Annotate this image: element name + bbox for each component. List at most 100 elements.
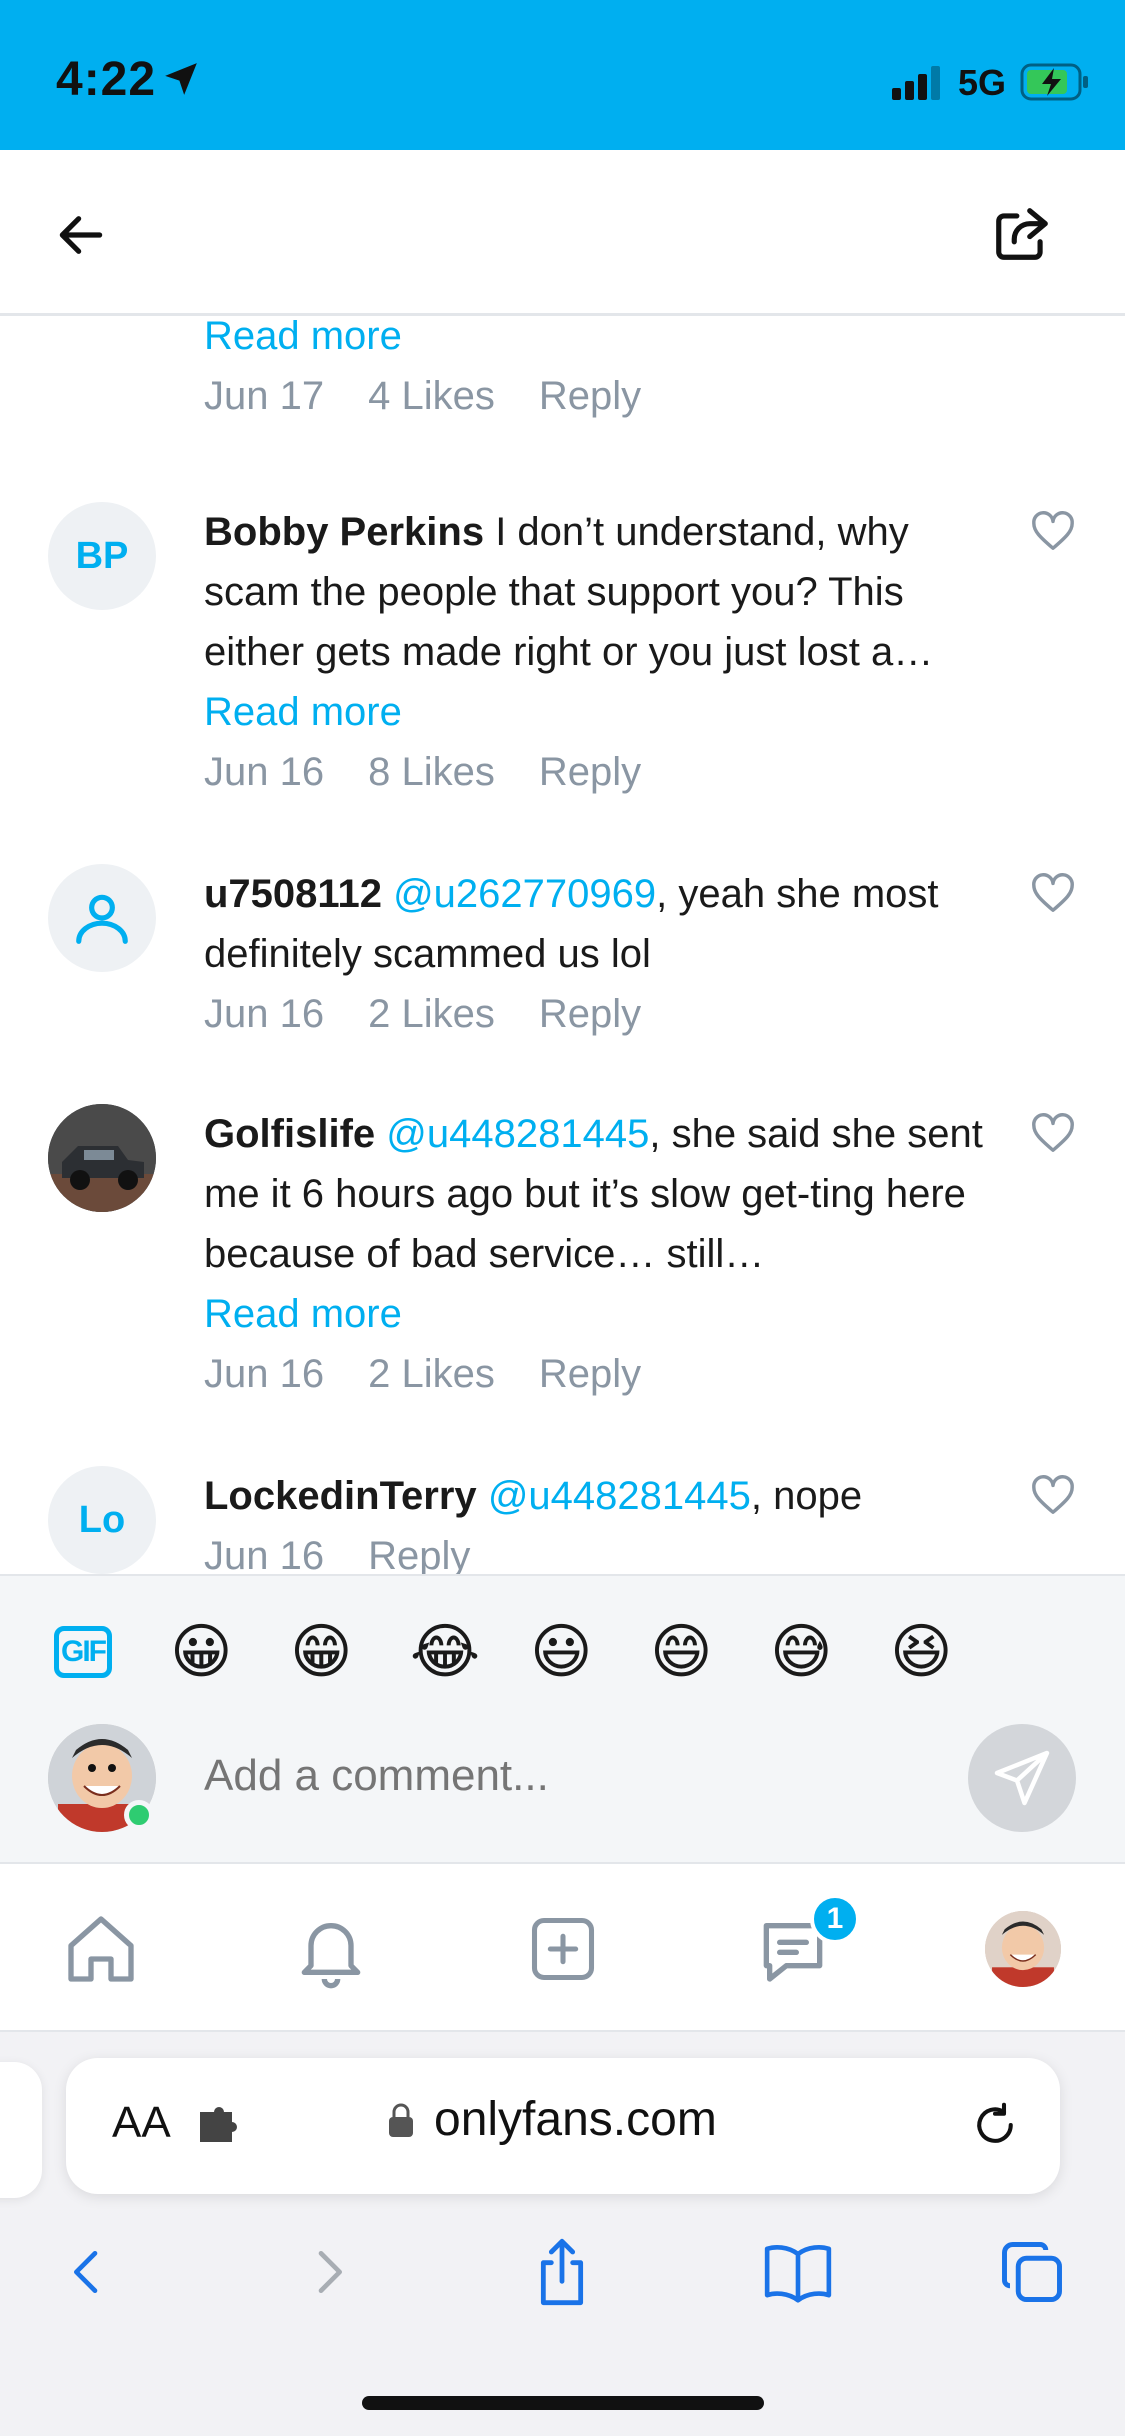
comment-text: , nope xyxy=(750,1474,863,1518)
arrow-left-icon xyxy=(59,216,103,254)
comment-input[interactable] xyxy=(204,1736,924,1816)
emoji-grinning-smiling-eyes[interactable]: 😄 xyxy=(650,1614,713,1690)
heart-icon[interactable] xyxy=(1030,508,1076,554)
url-text: onlyfans.com xyxy=(434,2093,717,2146)
emoji-squinting[interactable]: 😆 xyxy=(890,1614,953,1690)
avatar[interactable]: Lo xyxy=(48,1466,156,1574)
browser-back-button[interactable] xyxy=(48,2232,128,2312)
bell-icon xyxy=(301,1923,361,1989)
nav-messages[interactable]: 1 xyxy=(748,1894,860,1994)
comment-body: u7508112 @u262770969, yeah she most defi… xyxy=(204,864,984,984)
comment-composer: GIF 😀 😁 😂 😃 😄 😅 😆 xyxy=(0,1574,1125,1864)
heart-icon[interactable] xyxy=(1030,1110,1076,1156)
reply-button[interactable]: Reply xyxy=(539,1352,641,1396)
comment-likes[interactable]: 4 Likes xyxy=(368,374,495,418)
share-up-icon xyxy=(540,2238,584,2306)
emoji-tears-of-joy[interactable]: 😂 xyxy=(410,1614,480,1690)
home-indicator[interactable] xyxy=(362,2396,764,2410)
location-arrow-icon xyxy=(165,63,197,95)
avatar-initials: Lo xyxy=(78,1498,126,1541)
browser-chrome: AA onlyfans.com xyxy=(0,2032,1125,2436)
comment-meta: Jun 16 8 Likes Reply xyxy=(204,742,685,802)
comment-body: Golfislife @u448281445, she said she sen… xyxy=(204,1104,984,1284)
url-display[interactable]: onlyfans.com xyxy=(386,2092,717,2147)
share-icon xyxy=(996,208,1048,260)
reply-button[interactable]: Reply xyxy=(539,992,641,1036)
back-button[interactable] xyxy=(46,200,116,270)
comment-date: Jun 16 xyxy=(204,1352,325,1396)
comment-username[interactable]: Golfislife xyxy=(204,1112,375,1156)
network-type: 5G xyxy=(958,62,1007,103)
user-icon xyxy=(76,894,128,944)
comment-mention[interactable]: @u448281445 xyxy=(386,1112,649,1156)
home-icon xyxy=(68,1916,134,1982)
read-more-link[interactable]: Read more xyxy=(204,318,402,366)
plus-square-icon xyxy=(531,1917,595,1981)
avatar[interactable] xyxy=(48,864,156,972)
browser-share-button[interactable] xyxy=(522,2232,602,2312)
avatar[interactable]: BP xyxy=(48,502,156,610)
address-bar[interactable]: AA onlyfans.com xyxy=(66,2058,1060,2194)
chevron-right-icon xyxy=(318,2251,342,2293)
status-bar: 4:22 5G xyxy=(0,0,1125,150)
nav-notifications[interactable] xyxy=(286,1904,376,1994)
avatar-initials: BP xyxy=(75,534,129,577)
comment-username[interactable]: LockedinTerry xyxy=(204,1474,477,1518)
comment-meta: Jun 16 2 Likes Reply xyxy=(204,1344,685,1404)
nav-profile[interactable] xyxy=(978,1904,1068,1994)
reply-button[interactable]: Reply xyxy=(368,1534,470,1574)
comment-date: Jun 17 xyxy=(204,374,325,418)
paper-plane-icon xyxy=(994,1750,1050,1806)
send-button[interactable] xyxy=(968,1724,1076,1832)
lock-icon xyxy=(389,2103,413,2137)
app-header xyxy=(0,150,1125,316)
tabs-icon xyxy=(1002,2242,1062,2302)
gif-button[interactable]: GIF xyxy=(54,1626,112,1678)
comment-username[interactable]: Bobby Perkins xyxy=(204,510,484,554)
tabs-button[interactable] xyxy=(992,2232,1072,2312)
comment-list[interactable]: Read more Jun 17 4 Likes Reply BP Bobby Pe… xyxy=(0,318,1125,1574)
emoji-sweat-smile[interactable]: 😅 xyxy=(770,1614,833,1690)
emoji-grinning-big-eyes[interactable]: 😃 xyxy=(530,1614,593,1690)
comment-likes[interactable]: 2 Likes xyxy=(368,992,495,1036)
previous-tab-peek[interactable] xyxy=(0,2062,42,2198)
nav-home[interactable] xyxy=(56,1904,146,1994)
comment-meta: Jun 16 2 Likes Reply xyxy=(204,984,685,1044)
comment-date: Jun 16 xyxy=(204,1534,325,1574)
emoji-beaming[interactable]: 😁 xyxy=(290,1614,353,1690)
chevron-left-icon xyxy=(74,2251,98,2293)
comment-mention[interactable]: @u262770969 xyxy=(393,872,656,916)
nav-new-post[interactable] xyxy=(518,1904,608,1994)
comment-likes[interactable]: 8 Likes xyxy=(368,750,495,794)
comment-mention[interactable]: @u448281445 xyxy=(488,1474,751,1518)
heart-icon[interactable] xyxy=(1030,870,1076,916)
bookmarks-button[interactable] xyxy=(758,2232,838,2312)
reload-icon[interactable] xyxy=(968,2098,1022,2152)
my-avatar[interactable] xyxy=(48,1724,156,1832)
comment-likes[interactable]: 2 Likes xyxy=(368,1352,495,1396)
browser-forward-button[interactable] xyxy=(288,2232,368,2312)
reply-button[interactable]: Reply xyxy=(539,374,641,418)
online-status-dot xyxy=(124,1800,154,1830)
comment-meta: Jun 16 Reply xyxy=(204,1526,514,1574)
read-more-link[interactable]: Read more xyxy=(204,682,402,742)
read-more-link[interactable]: Read more xyxy=(204,1284,402,1344)
comment-date: Jun 16 xyxy=(204,750,325,794)
signal-strength-icon xyxy=(892,66,940,100)
comment-meta: Jun 17 4 Likes Reply xyxy=(204,366,685,426)
battery-charging-icon xyxy=(1020,63,1088,101)
extension-icon[interactable] xyxy=(196,2106,246,2146)
comment-username[interactable]: u7508112 xyxy=(204,872,382,916)
messages-badge: 1 xyxy=(810,1894,860,1944)
reader-settings-button[interactable]: AA xyxy=(112,2098,171,2148)
heart-icon[interactable] xyxy=(1030,1472,1076,1518)
share-button[interactable] xyxy=(986,198,1058,270)
avatar[interactable] xyxy=(48,1104,156,1212)
truck-photo xyxy=(48,1104,156,1212)
comment-body: LockedinTerry @u448281445, nope xyxy=(204,1466,984,1526)
emoji-grinning[interactable]: 😀 xyxy=(170,1614,233,1690)
bottom-nav: 1 xyxy=(0,1864,1125,2032)
book-icon xyxy=(764,2245,832,2303)
reader-settings-label: AA xyxy=(112,2098,171,2147)
reply-button[interactable]: Reply xyxy=(539,750,641,794)
